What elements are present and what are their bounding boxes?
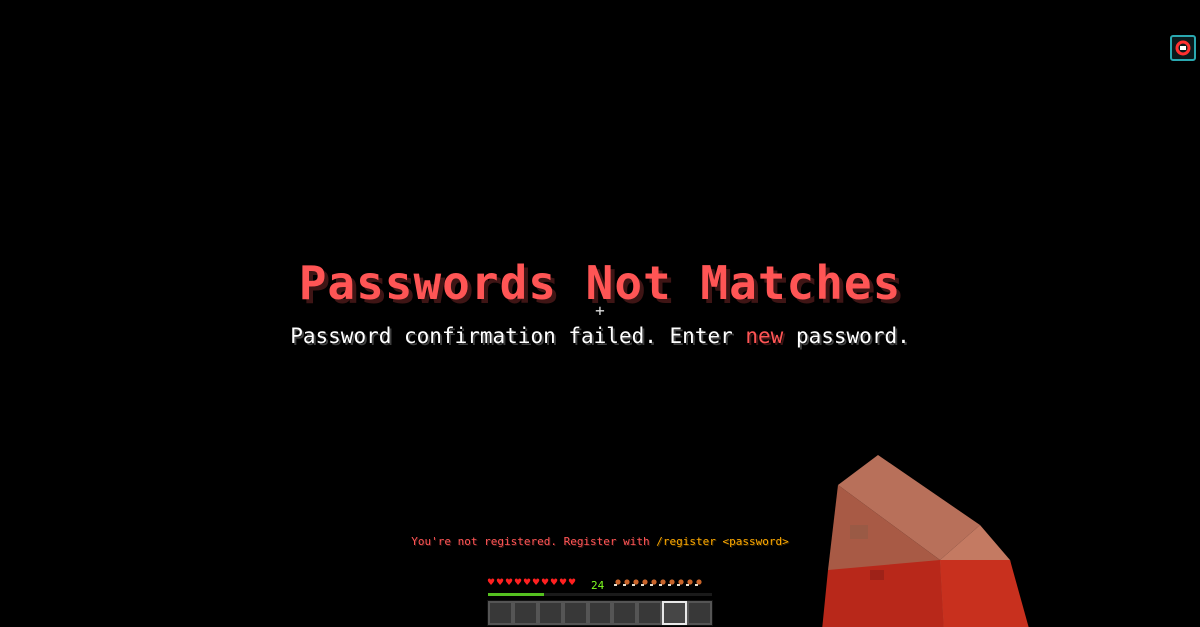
hunger-bar — [613, 579, 702, 589]
hotbar[interactable] — [487, 600, 713, 626]
heart-icon: ♥ — [559, 578, 568, 588]
player-arm — [822, 455, 1029, 627]
chat-red-part: You're not registered. Register with — [411, 535, 657, 548]
drumstick-icon — [641, 579, 648, 586]
drumstick-icon — [632, 579, 639, 586]
drumstick-icon — [623, 579, 630, 586]
drumstick-icon — [668, 579, 675, 586]
heart-icon: ♥ — [496, 578, 505, 588]
hotbar-slot[interactable] — [537, 601, 563, 625]
xp-level: 24 — [591, 579, 605, 592]
xp-bar-fill — [488, 593, 544, 596]
subtitle-highlight: new — [745, 324, 784, 348]
hotbar-slot[interactable] — [587, 601, 613, 625]
xp-bar — [487, 592, 713, 597]
health-bar: ♥ ♥ ♥ ♥ ♥ ♥ ♥ ♥ ♥ ♥ — [487, 579, 576, 589]
hotbar-slot[interactable] — [562, 601, 588, 625]
heart-icon: ♥ — [541, 578, 550, 588]
hotbar-slot[interactable] — [637, 601, 663, 625]
hotbar-slot[interactable] — [612, 601, 638, 625]
subtitle-text: Password confirmation failed. Enter new … — [0, 322, 1200, 350]
drumstick-icon — [695, 579, 702, 586]
drumstick-icon — [650, 579, 657, 586]
subtitle-before: Password confirmation failed. Enter — [290, 324, 746, 348]
hotbar-slot[interactable] — [512, 601, 538, 625]
hotbar-slot[interactable] — [687, 601, 713, 625]
heart-icon: ♥ — [568, 578, 577, 588]
drumstick-icon — [686, 579, 693, 586]
heart-icon: ♥ — [532, 578, 541, 588]
hotbar-slot[interactable] — [488, 601, 513, 625]
drumstick-icon — [677, 579, 684, 586]
drumstick-icon — [659, 579, 666, 586]
recorder-glyph-icon — [1175, 40, 1191, 56]
drumstick-icon — [614, 579, 621, 586]
chat-command: /register <password> — [656, 535, 789, 548]
game-screen[interactable]: Passwords Not Matches + Password confirm… — [0, 0, 1200, 627]
crosshair: + — [595, 301, 605, 320]
subtitle-after: password. — [783, 324, 910, 348]
heart-icon: ♥ — [487, 578, 496, 588]
heart-icon: ♥ — [514, 578, 523, 588]
heart-icon: ♥ — [523, 578, 532, 588]
hotbar-slot[interactable] — [662, 601, 688, 625]
heart-icon: ♥ — [550, 578, 559, 588]
heart-icon: ♥ — [505, 578, 514, 588]
screen-recorder-icon[interactable] — [1170, 35, 1196, 61]
